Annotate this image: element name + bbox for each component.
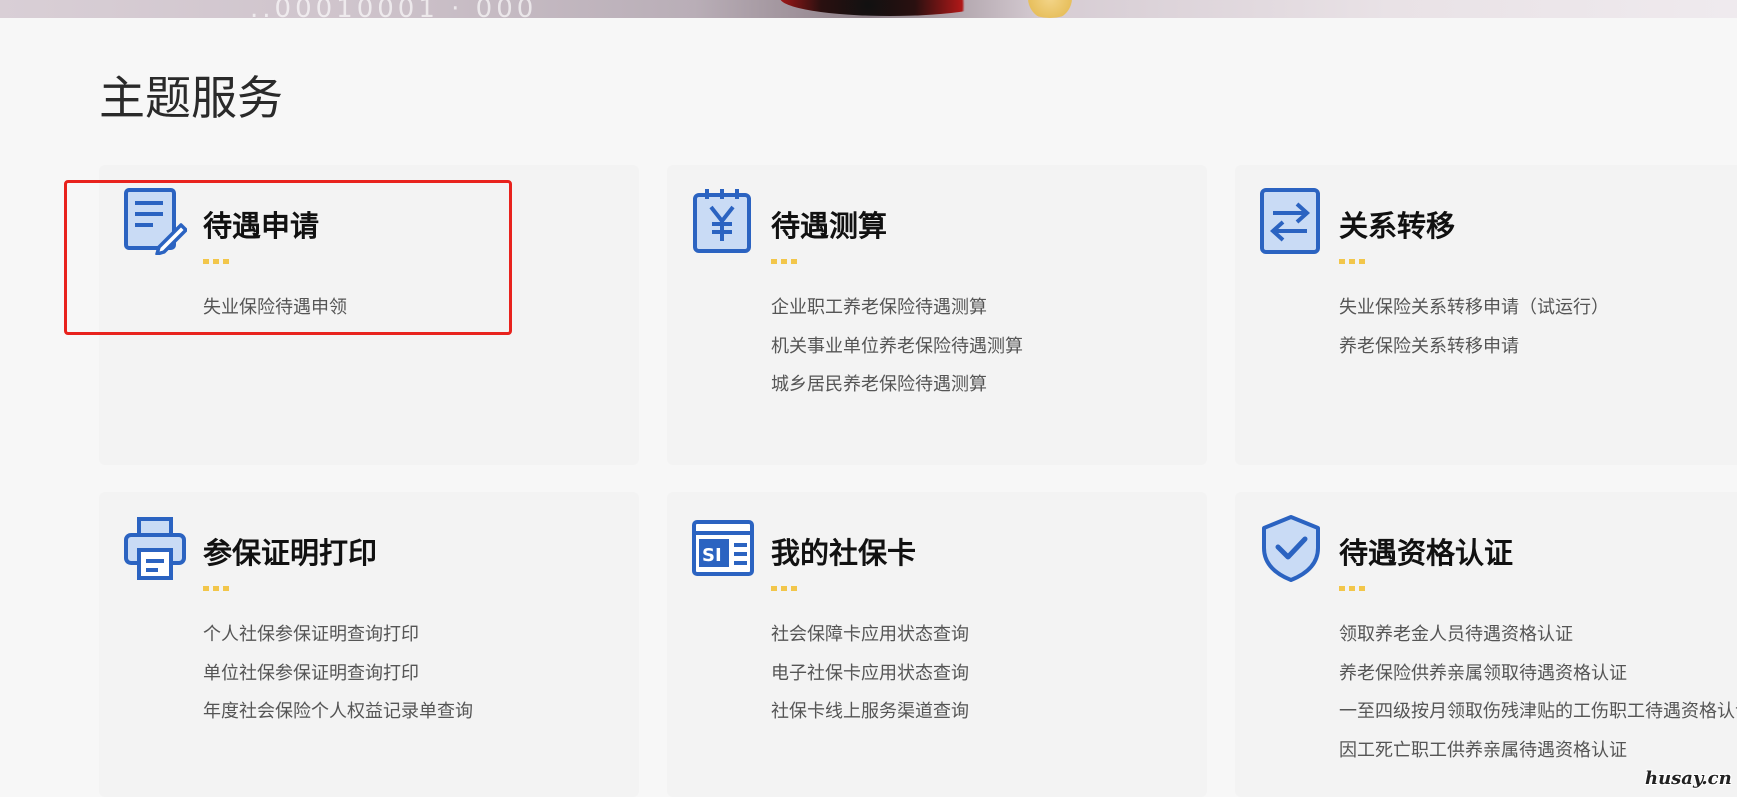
link-pensioner-eligibility[interactable]: 领取养老金人员待遇资格认证 — [1339, 622, 1737, 661]
top-banner: ..00010001 · 000 — [0, 0, 1737, 18]
service-card-benefit-calculation: 待遇测算 企业职工养老保险待遇测算 机关事业单位养老保险待遇测算 城乡居民养老保… — [667, 165, 1207, 465]
link-annual-rights-record[interactable]: 年度社会保险个人权益记录单查询 — [203, 699, 473, 738]
link-injury-eligibility[interactable]: 一至四级按月领取伤残津贴的工伤职工待遇资格认证 — [1339, 699, 1737, 738]
title-dots — [771, 586, 797, 591]
service-card-insurance-certificate: 参保证明打印 个人社保参保证明查询打印 单位社保参保证明查询打印 年度社会保险个… — [99, 492, 639, 797]
banner-decoration — [780, 0, 1000, 16]
link-e-si-card-status[interactable]: 电子社保卡应用状态查询 — [771, 661, 969, 700]
svg-text:SI: SI — [702, 545, 722, 566]
link-si-card-channels[interactable]: 社保卡线上服务渠道查询 — [771, 699, 969, 738]
title-dots — [1339, 586, 1365, 591]
card-links: 个人社保参保证明查询打印 单位社保参保证明查询打印 年度社会保险个人权益记录单查… — [203, 622, 473, 738]
card-links: 领取养老金人员待遇资格认证 养老保险供养亲属领取待遇资格认证 一至四级按月领取伤… — [1339, 622, 1737, 776]
link-enterprise-pension-calc[interactable]: 企业职工养老保险待遇测算 — [771, 295, 1023, 334]
card-links: 失业保险关系转移申请（试运行） 养老保险关系转移申请 — [1339, 295, 1609, 372]
card-links: 社会保障卡应用状态查询 电子社保卡应用状态查询 社保卡线上服务渠道查询 — [771, 622, 969, 738]
title-dots — [771, 259, 797, 264]
service-card-my-si-card: SI 我的社保卡 社会保障卡应用状态查询 电子社保卡应用状态查询 社保卡线上服务… — [667, 492, 1207, 797]
printer-icon — [124, 517, 186, 580]
link-pension-transfer[interactable]: 养老保险关系转移申请 — [1339, 334, 1609, 373]
card-title: 参保证明打印 — [203, 536, 378, 570]
section-title: 主题服务 — [99, 71, 283, 125]
link-dependent-eligibility[interactable]: 养老保险供养亲属领取待遇资格认证 — [1339, 661, 1737, 700]
transfer-arrows-icon — [1260, 188, 1320, 254]
si-card-icon: SI — [692, 520, 754, 576]
banner-text: ..00010001 · 000 — [250, 0, 538, 18]
service-card-relation-transfer: 关系转移 失业保险关系转移申请（试运行） 养老保险关系转移申请 — [1235, 165, 1737, 465]
card-title: 待遇测算 — [771, 209, 888, 243]
title-dots — [203, 586, 229, 591]
highlight-annotation-box — [64, 180, 512, 335]
yuan-calendar-icon — [693, 189, 751, 253]
link-unit-certificate-print[interactable]: 单位社保参保证明查询打印 — [203, 661, 473, 700]
card-title: 待遇资格认证 — [1339, 536, 1514, 570]
link-si-card-status[interactable]: 社会保障卡应用状态查询 — [771, 622, 969, 661]
banner-decoration — [1020, 0, 1080, 18]
watermark: husay.cn — [1645, 768, 1732, 789]
shield-check-icon — [1262, 515, 1320, 582]
link-institution-pension-calc[interactable]: 机关事业单位养老保险待遇测算 — [771, 334, 1023, 373]
link-personal-certificate-print[interactable]: 个人社保参保证明查询打印 — [203, 622, 473, 661]
card-links: 企业职工养老保险待遇测算 机关事业单位养老保险待遇测算 城乡居民养老保险待遇测算 — [771, 295, 1023, 411]
link-unemployment-transfer[interactable]: 失业保险关系转移申请（试运行） — [1339, 295, 1609, 334]
card-title: 关系转移 — [1339, 209, 1456, 243]
service-card-eligibility-certification: 待遇资格认证 领取养老金人员待遇资格认证 养老保险供养亲属领取待遇资格认证 一至… — [1235, 492, 1737, 797]
link-resident-pension-calc[interactable]: 城乡居民养老保险待遇测算 — [771, 372, 1023, 411]
card-title: 我的社保卡 — [771, 536, 917, 570]
title-dots — [1339, 259, 1365, 264]
